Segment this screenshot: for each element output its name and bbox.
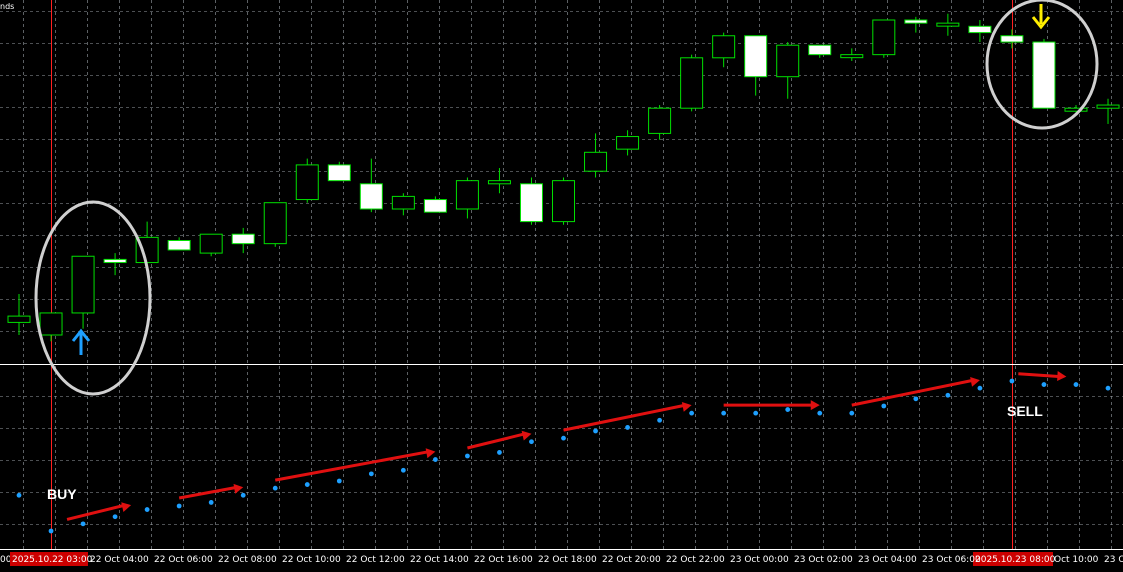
time-label: 22 Oct 22:00 xyxy=(666,555,725,565)
time-label: 22 Oct 06:00 xyxy=(154,555,213,565)
candle[interactable] xyxy=(552,177,576,225)
indicator-dot xyxy=(112,514,118,520)
time-label: 23 Oct 06:00 xyxy=(922,555,981,565)
indicator-dot xyxy=(176,503,182,509)
indicator-dot xyxy=(272,485,278,491)
indicator-dot xyxy=(16,492,22,498)
indicator-dot xyxy=(336,478,342,484)
candle[interactable] xyxy=(263,202,287,247)
indicator-dot xyxy=(1105,385,1111,391)
indicator-dot xyxy=(753,410,759,416)
candle[interactable] xyxy=(680,54,704,112)
time-label: 22 Oct 10:00 xyxy=(282,555,341,565)
indicator-dot xyxy=(817,410,823,416)
candle[interactable] xyxy=(327,161,351,182)
chart-background xyxy=(0,0,1123,572)
indicator-dot xyxy=(465,453,470,459)
time-label: 22 Oct 18:00 xyxy=(538,555,597,565)
indicator-dot xyxy=(593,428,598,434)
svg-text:2025.10.23 08:00: 2025.10.23 08:00 xyxy=(975,555,1056,565)
candle[interactable] xyxy=(199,233,223,257)
indicator-dot xyxy=(657,417,662,423)
time-label-highlight-left: 2025.10.22 03:00 xyxy=(10,552,93,566)
time-label: 23 Oct 00:00 xyxy=(730,555,789,565)
indicator-dot xyxy=(400,467,406,473)
indicator-dot xyxy=(240,492,246,498)
indicator-dot xyxy=(80,521,86,527)
time-label: 23 Oc xyxy=(1104,555,1123,565)
indicator-dot xyxy=(849,410,855,416)
indicator-dot xyxy=(913,396,919,402)
svg-text:2025.10.22 03:00: 2025.10.22 03:00 xyxy=(12,555,93,565)
time-label: 23 Oct 04:00 xyxy=(858,555,917,565)
candle[interactable] xyxy=(1032,38,1056,109)
indicator-dot xyxy=(785,407,791,412)
time-label: 22 Oct 08:00 xyxy=(218,555,277,565)
indicator-dot xyxy=(497,450,502,455)
indicator-dot xyxy=(48,528,54,534)
time-label-clipped: 00 xyxy=(0,555,12,565)
time-label: Oct 10:00 xyxy=(1054,555,1099,565)
indicator-dot xyxy=(721,410,727,416)
time-label: 22 Oct 04:00 xyxy=(90,555,149,565)
indicator-dot xyxy=(945,392,951,398)
time-label: 22 Oct 14:00 xyxy=(410,555,469,565)
indicator-dot xyxy=(144,507,150,512)
time-label-highlight-right: 2025.10.23 08:00 xyxy=(973,552,1056,566)
indicator-dot xyxy=(304,482,310,487)
time-axis: 00 2025.10.22 03:00 2025.10.23 08:00 22 … xyxy=(0,552,1123,566)
indicator-dot xyxy=(1041,382,1047,387)
sell-label: SELL xyxy=(1007,403,1043,419)
indicator-dot xyxy=(1009,378,1015,384)
time-label: 22 Oct 16:00 xyxy=(474,555,533,565)
time-label: 22 Oct 20:00 xyxy=(602,555,661,565)
indicator-dot xyxy=(432,457,438,462)
candle[interactable] xyxy=(295,158,319,203)
time-label: 22 Oct 12:00 xyxy=(346,555,405,565)
indicator-dot xyxy=(689,410,695,416)
candle[interactable] xyxy=(519,177,543,225)
price-chart[interactable]: BUY SELL nds 00 2025.10.22 03:00 2025.10… xyxy=(0,0,1123,572)
indicator-dot xyxy=(208,500,214,505)
indicator-dot xyxy=(1073,382,1079,387)
indicator-dot xyxy=(977,385,983,391)
indicator-dot xyxy=(561,435,566,441)
buy-label: BUY xyxy=(47,486,77,502)
candle[interactable] xyxy=(872,19,896,58)
indicator-dot xyxy=(625,425,630,430)
window-title-fragment: nds xyxy=(0,2,14,11)
time-label: 23 Oct 02:00 xyxy=(794,555,853,565)
indicator-dot xyxy=(529,439,534,445)
indicator-dot xyxy=(881,403,887,409)
indicator-dot xyxy=(368,471,374,477)
